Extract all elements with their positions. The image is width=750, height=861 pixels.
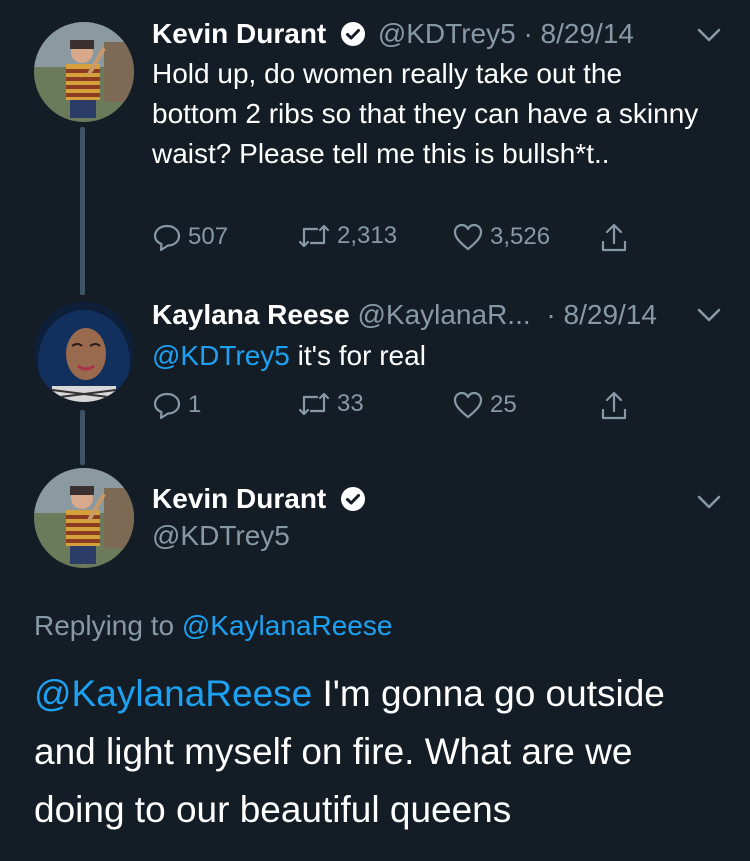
thread-line-2 — [80, 410, 85, 465]
tweet-header: Kaylana Reese @KaylanaR... · 8/29/14 — [152, 299, 657, 331]
retweet-button[interactable]: 2,313 — [297, 222, 397, 250]
reply-icon — [153, 392, 181, 420]
share-icon — [601, 223, 627, 252]
tweet-date[interactable]: · 8/29/14 — [546, 299, 657, 330]
share-button[interactable] — [599, 390, 629, 422]
mention-link[interactable]: @KDTrey5 — [152, 340, 290, 371]
verified-icon — [340, 486, 366, 519]
user-handle[interactable]: @KDTrey5 — [378, 18, 516, 49]
retweet-icon — [298, 224, 330, 248]
user-handle[interactable]: @KaylanaR... — [357, 299, 530, 330]
tweet-date[interactable]: · 8/29/14 — [523, 18, 634, 49]
tweet-header-handle: @KDTrey5 — [152, 520, 290, 552]
tweet-header: Kevin Durant — [152, 483, 370, 519]
tweet-body: it's for real — [289, 340, 426, 371]
chevron-down-icon[interactable] — [696, 493, 722, 516]
verified-icon — [340, 21, 366, 54]
mention-link[interactable]: @KaylanaReese — [34, 673, 312, 714]
share-button[interactable] — [599, 222, 629, 254]
reply-count: 507 — [188, 223, 229, 250]
like-icon — [453, 223, 483, 251]
chevron-down-icon[interactable] — [696, 26, 722, 49]
tweet-text: @KaylanaReese I'm gonna go outside and l… — [34, 665, 724, 839]
tweet-actions: 507 2,313 3,526 — [152, 222, 632, 258]
display-name[interactable]: Kevin Durant — [152, 18, 326, 49]
display-name[interactable]: Kaylana Reese — [152, 299, 350, 330]
like-button[interactable]: 3,526 — [452, 222, 550, 252]
replying-to-handle[interactable]: @KaylanaReese — [182, 610, 393, 641]
display-name[interactable]: Kevin Durant — [152, 483, 326, 514]
avatar[interactable] — [34, 22, 134, 122]
tweet-text: @KDTrey5 it's for real — [152, 336, 712, 376]
like-count: 25 — [490, 391, 517, 418]
chevron-down-icon[interactable] — [696, 306, 722, 329]
avatar[interactable] — [34, 302, 134, 402]
replying-to-label: Replying to — [34, 610, 182, 641]
replying-to: Replying to @KaylanaReese — [34, 610, 392, 642]
retweet-button[interactable]: 33 — [297, 390, 364, 418]
reply-button[interactable]: 1 — [152, 390, 201, 420]
share-icon — [601, 391, 627, 420]
like-count: 3,526 — [490, 223, 551, 250]
avatar[interactable] — [34, 468, 134, 568]
retweet-count: 33 — [337, 390, 364, 417]
retweet-count: 2,313 — [337, 222, 398, 249]
user-handle[interactable]: @KDTrey5 — [152, 520, 290, 551]
tweet-text: Hold up, do women really take out the bo… — [152, 58, 699, 169]
reply-icon — [153, 224, 181, 252]
reply-button[interactable]: 507 — [152, 222, 228, 252]
tweet-header: Kevin Durant @KDTrey5 · 8/29/14 — [152, 18, 634, 54]
like-icon — [453, 391, 483, 419]
reply-count: 1 — [188, 391, 202, 418]
retweet-icon — [298, 392, 330, 416]
tweet-actions: 1 33 25 — [152, 390, 632, 426]
thread-line-1 — [80, 127, 85, 295]
like-button[interactable]: 25 — [452, 390, 517, 420]
